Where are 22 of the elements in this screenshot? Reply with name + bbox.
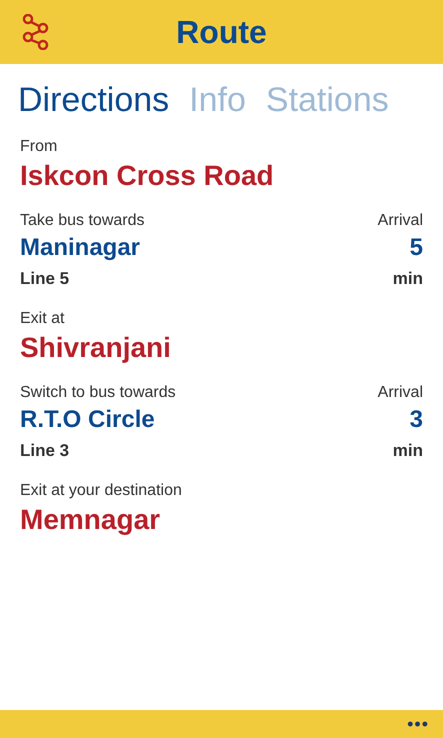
more-button[interactable]: ••• (393, 710, 443, 738)
arrival-minutes: 3 (410, 405, 423, 435)
step-label: Exit at (20, 309, 66, 329)
stop-name: Shivranjani (20, 331, 172, 365)
bus-destination: Maninagar (20, 233, 140, 263)
stop-name: Iskcon Cross Road (20, 159, 275, 193)
arrival-label: Arrival (378, 383, 423, 403)
stop-name: Memnagar (20, 503, 162, 537)
route-icon (22, 14, 50, 50)
arrival-minutes: 5 (410, 233, 423, 263)
step-label: Switch to bus towards (20, 383, 176, 403)
line-number: Line 3 (20, 440, 70, 462)
arrival-label: Arrival (378, 211, 423, 231)
step-label: Take bus towards (20, 211, 145, 231)
step-label: Exit at your destination (20, 481, 183, 501)
line-number: Line 5 (20, 268, 70, 290)
bus-destination: R.T.O Circle (20, 405, 155, 435)
step-label: From (20, 137, 58, 157)
tab[interactable]: Directions (18, 78, 170, 122)
time-unit: min (392, 440, 423, 462)
page-title: Route (176, 14, 267, 50)
time-unit: min (392, 268, 423, 290)
